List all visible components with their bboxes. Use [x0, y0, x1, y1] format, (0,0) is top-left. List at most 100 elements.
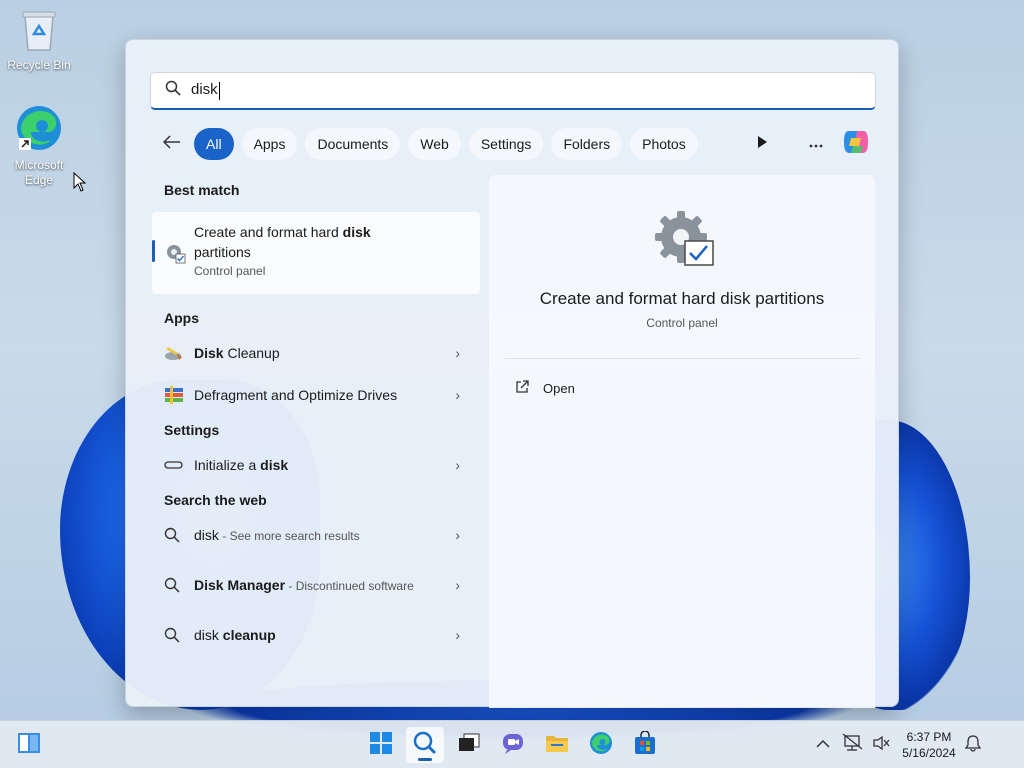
preview-subtitle: Control panel: [646, 316, 718, 330]
windows-logo-icon: [370, 731, 392, 759]
search-box[interactable]: disk: [150, 72, 876, 110]
result-label-bold: cleanup: [222, 627, 276, 643]
result-label: disk cleanup: [194, 627, 276, 643]
ellipsis-icon: [809, 135, 823, 153]
result-label-prefix: Initialize a: [194, 457, 261, 473]
search-input[interactable]: disk: [191, 81, 220, 100]
chevron-right-icon[interactable]: ›: [455, 577, 460, 593]
search-icon: [164, 577, 194, 593]
search-icon: [413, 731, 437, 760]
filter-bar: All Apps Documents Web Settings Folders …: [150, 126, 876, 162]
result-label: Disk Cleanup: [194, 345, 280, 361]
mouse-cursor-icon: [73, 171, 87, 197]
taskbar: 6:37 PM 5/16/2024: [0, 720, 1024, 768]
widgets-icon: [17, 732, 41, 759]
result-hint: - See more search results: [218, 529, 360, 543]
divider: [505, 358, 859, 359]
chevron-right-icon[interactable]: ›: [455, 387, 460, 403]
more-options-button[interactable]: [796, 128, 836, 160]
search-icon: [164, 627, 194, 643]
recycle-bin-icon: [4, 8, 74, 56]
search-panel: disk All Apps Documents Web Settings Fol…: [125, 39, 899, 708]
back-button[interactable]: [150, 134, 194, 154]
result-label-bold: Disk Manager: [194, 576, 286, 593]
back-arrow-icon: [162, 134, 181, 154]
best-match-item[interactable]: Create and format hard disk partitions C…: [152, 212, 480, 294]
result-label: Defragment and Optimize Drives: [194, 387, 398, 403]
result-initialize-disk[interactable]: Initialize a disk ›: [152, 444, 480, 486]
active-indicator: [418, 758, 432, 761]
desktop-icon-label: Microsoft Edge: [14, 158, 64, 187]
result-hint: - Discontinued software: [285, 578, 414, 593]
chevron-right-icon[interactable]: ›: [455, 345, 460, 361]
preview-pane: Create and format hard disk partitions C…: [489, 175, 875, 708]
desktop-icon-recycle-bin[interactable]: Recycle Bin: [4, 8, 74, 73]
task-view-button[interactable]: [450, 727, 488, 763]
filter-chip-folders[interactable]: Folders: [551, 128, 623, 160]
chat-button[interactable]: [494, 727, 532, 763]
store-icon: [633, 729, 657, 760]
network-icon: [842, 732, 864, 758]
result-label: Disk Manager - Discontinued software: [194, 575, 424, 596]
preview-title: Create and format hard disk partitions: [539, 289, 825, 308]
search-query-text: disk: [191, 81, 218, 99]
start-button[interactable]: [362, 727, 400, 763]
section-header-apps: Apps: [164, 310, 199, 326]
desktop-icon-label: Recycle Bin: [7, 58, 71, 72]
disk-cleanup-icon: [164, 345, 194, 361]
open-external-icon: [515, 380, 529, 397]
best-match-title-prefix: Create and format hard: [194, 224, 343, 240]
clock-date: 5/16/2024: [902, 746, 956, 760]
widgets-button[interactable]: [10, 727, 48, 763]
chat-icon: [501, 732, 525, 759]
open-action[interactable]: Open: [515, 380, 575, 397]
more-filters-button[interactable]: [742, 128, 782, 160]
speaker-muted-icon: [872, 735, 890, 756]
filter-chip-documents[interactable]: Documents: [305, 128, 401, 160]
file-explorer-button[interactable]: [538, 727, 576, 763]
filter-chip-apps[interactable]: Apps: [241, 128, 298, 160]
best-match-title-suffix: partitions: [194, 244, 251, 260]
filter-chip-web[interactable]: Web: [408, 128, 461, 160]
section-header-search-web: Search the web: [164, 492, 267, 508]
web-result-disk-cleanup[interactable]: disk cleanup ›: [152, 614, 480, 656]
edge-taskbar-button[interactable]: [582, 727, 620, 763]
network-status-button[interactable]: [842, 721, 864, 768]
filter-chip-photos[interactable]: Photos: [630, 128, 698, 160]
section-header-settings: Settings: [164, 422, 220, 438]
store-button[interactable]: [626, 727, 664, 763]
result-disk-cleanup[interactable]: Disk Cleanup ›: [152, 332, 480, 374]
chevron-up-icon: [816, 736, 830, 754]
notification-bell-icon: [964, 734, 982, 757]
copilot-button[interactable]: [836, 128, 876, 160]
result-label-bold: disk: [260, 457, 289, 473]
disk-partition-icon: [164, 242, 186, 269]
result-query: disk: [194, 527, 219, 543]
show-hidden-icons-button[interactable]: [816, 721, 830, 768]
filter-chip-all[interactable]: All: [194, 128, 234, 160]
task-view-icon: [458, 733, 480, 758]
volume-button[interactable]: [872, 721, 890, 768]
web-result-disk[interactable]: disk - See more search results ›: [152, 514, 480, 556]
notifications-button[interactable]: [964, 721, 982, 768]
desktop-icon-edge[interactable]: Microsoft Edge: [4, 104, 74, 188]
filter-chip-settings[interactable]: Settings: [468, 128, 544, 160]
result-label-rest: Cleanup: [223, 345, 280, 361]
play-icon: [757, 135, 767, 153]
section-header-best-match: Best match: [164, 182, 240, 198]
folder-icon: [545, 733, 569, 758]
disk-partition-icon: [653, 209, 715, 274]
result-defragment[interactable]: Defragment and Optimize Drives ›: [152, 374, 480, 416]
best-match-subtitle: Control panel: [194, 264, 266, 278]
copilot-icon: [841, 128, 871, 161]
chevron-right-icon[interactable]: ›: [455, 457, 460, 473]
web-result-disk-manager[interactable]: Disk Manager - Discontinued software ›: [152, 556, 480, 614]
defragment-icon: [164, 385, 194, 405]
chevron-right-icon[interactable]: ›: [455, 527, 460, 543]
clock-time: 6:37 PM: [906, 730, 952, 744]
chevron-right-icon[interactable]: ›: [455, 627, 460, 643]
result-label-prefix: disk: [194, 627, 223, 643]
best-match-title-bold: disk: [342, 224, 371, 240]
clock[interactable]: 6:37 PM 5/16/2024: [890, 729, 968, 761]
search-taskbar-button[interactable]: [406, 727, 444, 763]
